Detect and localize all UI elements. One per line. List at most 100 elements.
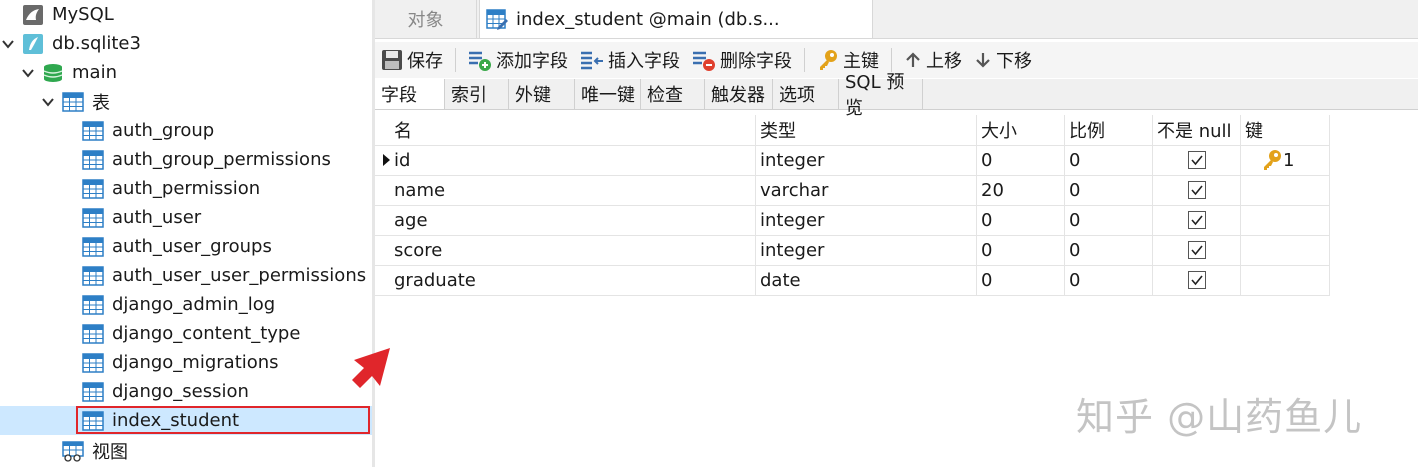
tab-foreign-keys[interactable]: 外键	[509, 79, 575, 109]
table-icon	[82, 120, 104, 142]
cell-key[interactable]: 1	[1241, 145, 1330, 175]
cell-name[interactable]: score	[390, 235, 756, 265]
cell-scale[interactable]: 0	[1065, 205, 1153, 235]
tab-triggers[interactable]: 触发器	[705, 79, 773, 109]
watermark: 知乎 @山药鱼儿	[1076, 395, 1363, 439]
tree-label-table: auth_user_groups	[112, 236, 272, 257]
tree-item-table[interactable]: auth_user_user_permissions	[82, 261, 366, 290]
tree-item-table[interactable]: django_session	[82, 377, 249, 406]
table-row[interactable]: graduate date 0 0	[375, 265, 1330, 296]
tree-item-table[interactable]: auth_group	[82, 116, 214, 145]
column-header-not-null[interactable]: 不是 null	[1153, 115, 1241, 145]
table-design-icon	[486, 8, 508, 30]
tab-checks[interactable]: 检查	[641, 79, 705, 109]
tab-index-student[interactable]: index_student @main (db.s...	[479, 0, 873, 38]
table-icon	[82, 323, 104, 345]
cell-key[interactable]	[1241, 235, 1330, 265]
column-header-scale[interactable]: 比例	[1065, 115, 1153, 145]
tree-label-main: main	[72, 62, 117, 83]
cell-scale[interactable]: 0	[1065, 235, 1153, 265]
tree-item-main-schema[interactable]: main	[20, 58, 117, 87]
cell-size[interactable]: 0	[977, 265, 1065, 295]
cell-size[interactable]: 0	[977, 205, 1065, 235]
tree-item-table[interactable]: django_migrations	[82, 348, 279, 377]
arrow-up-icon	[904, 51, 922, 69]
tree-label-table: django_admin_log	[112, 294, 276, 315]
tab-fields-label: 字段	[381, 85, 417, 106]
move-up-label: 上移	[926, 51, 962, 72]
grid-header-row: 名 类型 大小 比例 不是 null 键	[375, 115, 1330, 146]
cell-type[interactable]: varchar	[756, 175, 977, 205]
table-row[interactable]: name varchar 20 0	[375, 175, 1330, 206]
tree-item-views-folder[interactable]: 视图	[62, 436, 128, 465]
tree-item-table[interactable]: auth_user	[82, 203, 201, 232]
column-header-key[interactable]: 键	[1241, 115, 1330, 145]
tree-label-table: django_content_type	[112, 323, 301, 344]
tree-item-table[interactable]: django_admin_log	[82, 290, 275, 319]
tree-label-table: auth_permission	[112, 178, 261, 199]
cell-type[interactable]: integer	[756, 205, 977, 235]
not-null-checkbox[interactable]	[1187, 151, 1206, 169]
cell-name[interactable]: name	[390, 175, 756, 205]
tree-item-tables-folder[interactable]: 表	[40, 87, 110, 116]
cell-type[interactable]: integer	[756, 235, 977, 265]
cell-type[interactable]: date	[756, 265, 977, 295]
cell-size[interactable]: 20	[977, 175, 1065, 205]
not-null-checkbox[interactable]	[1187, 181, 1206, 199]
tab-sql-preview-label: SQL 预览	[845, 72, 905, 119]
table-icon	[82, 352, 104, 374]
cell-key[interactable]	[1241, 205, 1330, 235]
tab-options-label: 选项	[779, 85, 815, 106]
cell-not-null	[1153, 205, 1241, 235]
table-row[interactable]: id integer 0 0 1	[375, 145, 1330, 176]
tab-sql-preview[interactable]: SQL 预览	[839, 72, 923, 119]
save-button[interactable]: 保存	[375, 42, 449, 78]
cell-scale[interactable]: 0	[1065, 265, 1153, 295]
cell-name[interactable]: graduate	[390, 265, 756, 295]
key-icon	[817, 49, 839, 71]
chevron-down-icon[interactable]	[0, 36, 16, 52]
tree-item-mysql[interactable]: MySQL	[22, 0, 114, 29]
cell-name[interactable]: age	[390, 205, 756, 235]
not-null-checkbox[interactable]	[1187, 211, 1206, 229]
insert-field-icon	[580, 49, 604, 71]
tab-options[interactable]: 选项	[773, 79, 839, 109]
column-header-type[interactable]: 类型	[756, 115, 977, 145]
chevron-down-icon[interactable]	[20, 65, 36, 81]
delete-field-button[interactable]: 删除字段	[686, 42, 798, 78]
tree-item-table[interactable]: django_content_type	[82, 319, 300, 348]
cell-size[interactable]: 0	[977, 235, 1065, 265]
chevron-down-icon[interactable]	[40, 94, 56, 110]
cell-name[interactable]: id	[390, 145, 756, 175]
tab-indexes[interactable]: 索引	[445, 79, 509, 109]
cell-size[interactable]: 0	[977, 145, 1065, 175]
tree-item-table[interactable]: auth_user_groups	[82, 232, 272, 261]
cell-scale[interactable]: 0	[1065, 145, 1153, 175]
not-null-checkbox[interactable]	[1187, 271, 1206, 289]
tree-item-table[interactable]: auth_group_permissions	[82, 145, 331, 174]
tree-label-table: django_migrations	[112, 352, 279, 373]
tab-objects[interactable]: 对象	[375, 0, 477, 38]
tab-fields[interactable]: 字段	[375, 79, 445, 109]
cell-key[interactable]	[1241, 265, 1330, 295]
add-field-label: 添加字段	[496, 51, 568, 72]
cell-key[interactable]	[1241, 175, 1330, 205]
tree-item-table[interactable]: auth_permission	[82, 174, 260, 203]
tree-label-table: auth_user_user_permissions	[112, 265, 367, 286]
column-header-key-label: 键	[1245, 121, 1263, 142]
column-header-name[interactable]: 名	[390, 115, 756, 145]
column-header-size[interactable]: 大小	[977, 115, 1065, 145]
tree-item-db[interactable]: db.sqlite3	[0, 29, 141, 58]
move-down-button[interactable]: 下移	[968, 42, 1038, 78]
add-field-button[interactable]: 添加字段	[462, 42, 574, 78]
cell-scale[interactable]: 0	[1065, 175, 1153, 205]
insert-field-button[interactable]: 插入字段	[574, 42, 686, 78]
cell-type[interactable]: integer	[756, 145, 977, 175]
table-row[interactable]: age integer 0 0	[375, 205, 1330, 236]
red-arrow-icon	[352, 348, 390, 388]
table-icon	[82, 207, 104, 229]
table-row[interactable]: score integer 0 0	[375, 235, 1330, 266]
tab-unique-keys[interactable]: 唯一键	[575, 79, 641, 109]
delete-field-label: 删除字段	[720, 51, 792, 72]
not-null-checkbox[interactable]	[1187, 241, 1206, 259]
